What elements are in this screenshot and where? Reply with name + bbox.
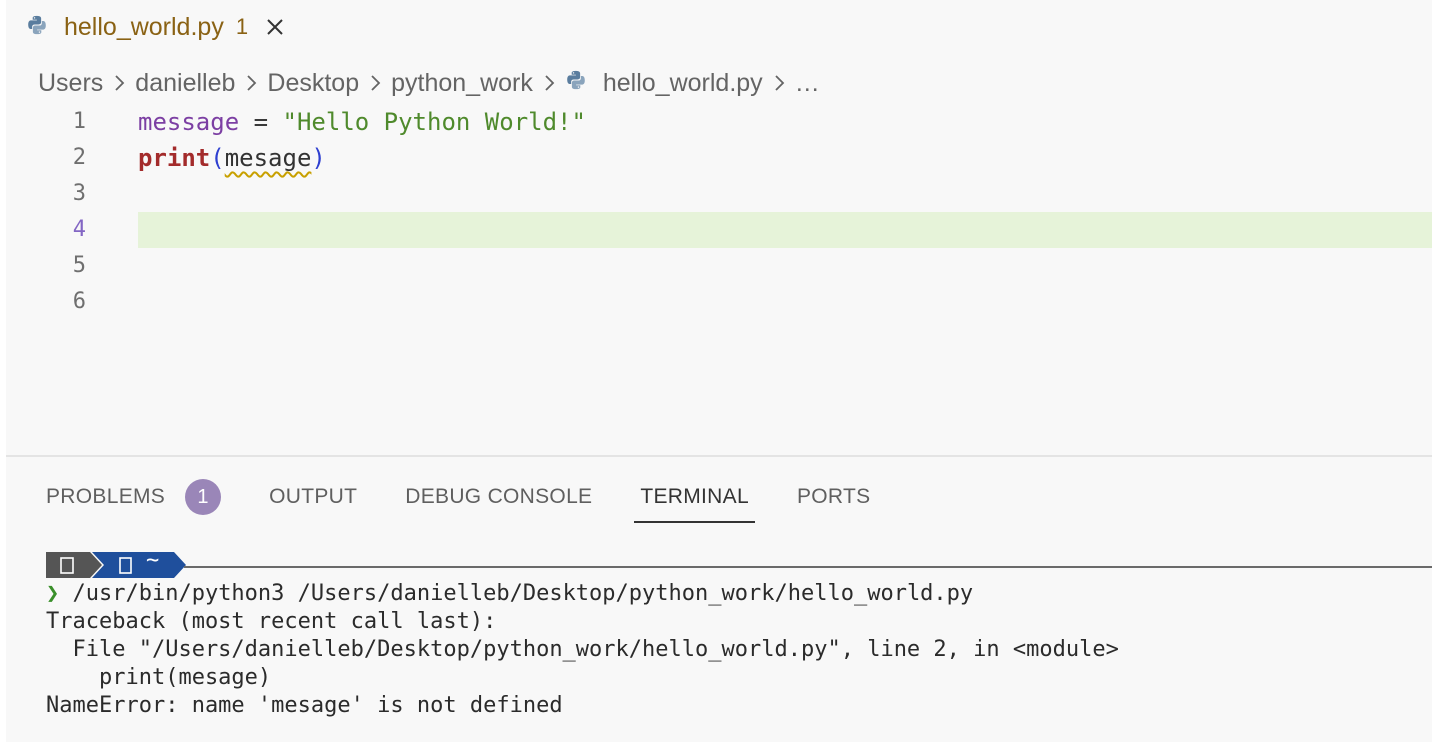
terminal[interactable]: ~ ❯ /usr/bin/python3 /Users/danielleb/De… — [6, 548, 1432, 742]
tab-filename: hello_world.py — [64, 12, 224, 41]
breadcrumb-danielleb[interactable]: danielleb — [135, 69, 235, 98]
code-line: 6 — [6, 284, 1432, 320]
terminal-output-line: File "/Users/danielleb/Desktop/python_wo… — [46, 637, 1119, 662]
token-variable: message — [138, 108, 240, 136]
prompt-segments-icon — [46, 552, 186, 578]
prompt-chevron-icon: ❯ — [46, 581, 60, 606]
code-editor[interactable]: 1 message = "Hello Python World!" 2 prin… — [6, 104, 1432, 454]
code-line: 2 print(mesage) — [6, 140, 1432, 176]
line-number: 5 — [72, 253, 86, 278]
chevron-right-icon — [245, 74, 257, 92]
python-file-icon — [565, 69, 587, 98]
tab-ports-label: PORTS — [796, 485, 871, 508]
breadcrumb: Users danielleb Desktop python_work hell… — [38, 64, 820, 102]
breadcrumb-more[interactable]: … — [795, 69, 820, 98]
close-icon[interactable] — [264, 16, 286, 38]
tab-output-label: OUTPUT — [269, 485, 358, 508]
token-function: print — [138, 144, 211, 172]
tab-debug-console-label: DEBUG CONSOLE — [405, 485, 593, 508]
chevron-right-icon — [773, 74, 785, 92]
chevron-right-icon — [543, 74, 555, 92]
tab-problems[interactable]: PROBLEMS 1 — [46, 475, 222, 519]
line-number: 2 — [72, 145, 86, 170]
token-paren-close: ) — [311, 144, 326, 172]
token-string: "Hello Python World!" — [282, 108, 586, 136]
terminal-output-line: print(mesage) — [46, 665, 272, 690]
line-number: 4 — [72, 217, 86, 242]
terminal-command-text: /usr/bin/python3 /Users/danielleb/Deskto… — [59, 581, 974, 606]
line-number: 3 — [72, 181, 86, 206]
chevron-right-icon — [369, 74, 381, 92]
code-line: 5 — [6, 248, 1432, 284]
tab-terminal[interactable]: TERMINAL — [634, 475, 755, 523]
vscode-window: hello_world.py 1 Users danielleb Desktop… — [0, 0, 1432, 742]
breadcrumb-file[interactable]: hello_world.py — [565, 69, 763, 98]
bottom-panel: PROBLEMS 1 OUTPUT DEBUG CONSOLE TERMINAL… — [6, 455, 1432, 742]
token-undefined-name-warning[interactable]: mesage — [225, 144, 312, 172]
tab-problems-label: PROBLEMS — [46, 485, 166, 508]
python-file-icon — [26, 14, 48, 41]
panel-tab-bar: PROBLEMS 1 OUTPUT DEBUG CONSOLE TERMINAL… — [46, 475, 918, 523]
prompt-home-text: ~ — [146, 548, 160, 573]
code-line: 3 — [6, 176, 1432, 212]
tab-debug-console[interactable]: DEBUG CONSOLE — [405, 475, 592, 519]
code-line-current: 4 — [6, 212, 1432, 248]
terminal-prompt-bar: ~ — [46, 548, 186, 578]
breadcrumb-desktop[interactable]: Desktop — [267, 69, 359, 98]
terminal-output-line: Traceback (most recent call last): — [46, 609, 497, 634]
tab-problem-count: 1 — [235, 14, 249, 39]
code-text: message = "Hello Python World!" — [138, 104, 586, 140]
code-text: print(mesage) — [138, 140, 326, 176]
breadcrumb-file-label: hello_world.py — [602, 68, 763, 97]
current-line-highlight — [138, 212, 1432, 248]
token-paren-open: ( — [210, 144, 225, 172]
tab-ports[interactable]: PORTS — [797, 475, 870, 519]
terminal-error-line: NameError: name 'mesage' is not defined — [46, 693, 563, 718]
tab-output[interactable]: OUTPUT — [269, 475, 357, 519]
line-number: 6 — [72, 289, 86, 314]
problems-count-badge: 1 — [185, 479, 222, 515]
editor-tab-hello-world[interactable]: hello_world.py 1 — [26, 0, 286, 54]
prompt-divider — [184, 566, 1432, 568]
chevron-right-icon — [113, 74, 125, 92]
token-operator: = — [239, 108, 283, 136]
editor-tab-bar: hello_world.py 1 — [6, 0, 1432, 54]
tab-terminal-label: TERMINAL — [640, 485, 749, 508]
code-line: 1 message = "Hello Python World!" — [6, 104, 1432, 140]
terminal-command-line: ❯ /usr/bin/python3 /Users/danielleb/Desk… — [46, 580, 973, 608]
line-number: 1 — [72, 109, 86, 134]
breadcrumb-users[interactable]: Users — [38, 69, 103, 98]
breadcrumb-python-work[interactable]: python_work — [391, 69, 533, 98]
